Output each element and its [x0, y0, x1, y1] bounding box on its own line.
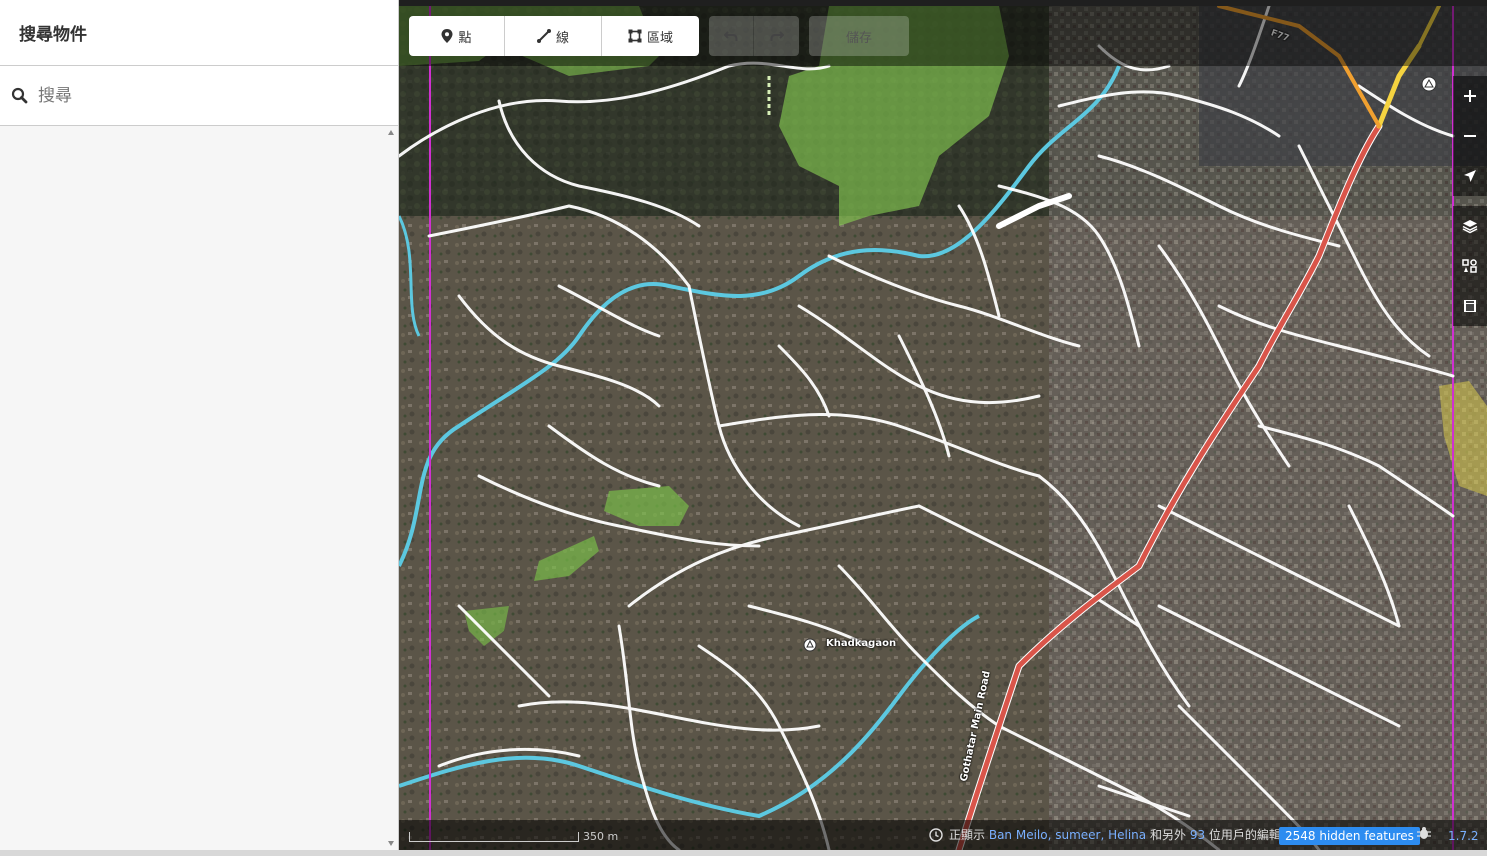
- scroll-down-arrow-icon[interactable]: [388, 841, 394, 846]
- attribution-user-links[interactable]: Ban Meilo, sumeer, Helina: [989, 828, 1146, 842]
- add-area-button[interactable]: 區域: [602, 16, 699, 56]
- map-data-icon: [1462, 259, 1477, 273]
- attribution-count-link[interactable]: 93: [1190, 828, 1205, 842]
- help-button[interactable]: [1453, 286, 1487, 326]
- history-tools: [709, 16, 799, 56]
- sidebar-header: 搜尋物件: [0, 0, 398, 66]
- map-footer: 350 m 正顯示 Ban Meilo, sumeer, Helina 和另外 …: [399, 820, 1487, 850]
- plus-icon: [1464, 90, 1476, 102]
- zoom-out-button[interactable]: [1453, 116, 1487, 156]
- add-line-button[interactable]: 線: [505, 16, 602, 56]
- add-point-label: 點: [458, 30, 472, 46]
- search-icon: [10, 86, 30, 106]
- save-button[interactable]: 儲存: [809, 16, 909, 56]
- bug-report-icon[interactable]: [1416, 826, 1432, 843]
- zoom-in-button[interactable]: [1453, 76, 1487, 116]
- sidebar-scrollbar[interactable]: [387, 128, 396, 848]
- redo-button[interactable]: [754, 16, 799, 56]
- map-data-button[interactable]: [1453, 246, 1487, 286]
- draw-tools: 點 線 區域: [409, 16, 699, 56]
- hidden-features-badge[interactable]: 2548 hidden features: [1279, 827, 1420, 845]
- scale-label: 350 m: [583, 830, 619, 843]
- save-group: 儲存: [809, 16, 909, 56]
- map-imagery: [399, 6, 1487, 850]
- add-point-button[interactable]: 點: [409, 16, 505, 56]
- redo-icon: [770, 31, 784, 41]
- location-arrow-icon: [1464, 170, 1476, 182]
- place-label-khadkagaon[interactable]: Khadkagaon: [826, 638, 896, 649]
- sidebar: 搜尋物件: [0, 0, 399, 850]
- attribution-prefix: 正顯示: [949, 828, 986, 842]
- scale-bar[interactable]: [409, 832, 579, 842]
- scroll-up-arrow-icon[interactable]: [388, 130, 394, 135]
- attribution-middle: 和另外: [1149, 828, 1186, 842]
- sidebar-title: 搜尋物件: [19, 25, 87, 45]
- undo-button[interactable]: [709, 16, 754, 56]
- layers-icon: [1462, 220, 1478, 234]
- geolocate-button[interactable]: [1453, 156, 1487, 196]
- help-icon: [1464, 300, 1476, 312]
- background-layers-button[interactable]: [1453, 206, 1487, 246]
- attribution-suffix: 位用戶的編輯: [1208, 828, 1281, 842]
- contributors-attribution: 正顯示 Ban Meilo, sumeer, Helina 和另外 93 位用戶…: [929, 826, 1281, 843]
- map-canvas[interactable]: Khadkagaon Gothatar Main Road F77 點 線 區域: [399, 6, 1487, 850]
- app-root: 搜尋物件 搜尋 Khadkagaon Gothatar Main Road F7…: [0, 0, 1487, 856]
- minus-icon: [1464, 135, 1476, 137]
- search-row: [0, 66, 398, 126]
- history-clock-icon: [929, 827, 943, 842]
- save-label: 儲存: [845, 30, 872, 46]
- point-icon: [441, 29, 453, 43]
- window-bottom-edge: [0, 850, 1487, 856]
- undo-icon: [724, 31, 738, 41]
- map-controls: [1453, 76, 1487, 326]
- area-icon: [628, 29, 642, 43]
- version-link[interactable]: 1.7.2: [1448, 829, 1479, 843]
- search-input[interactable]: [38, 85, 378, 106]
- add-area-label: 區域: [646, 30, 673, 46]
- line-icon: [536, 29, 551, 43]
- add-line-label: 線: [555, 30, 569, 46]
